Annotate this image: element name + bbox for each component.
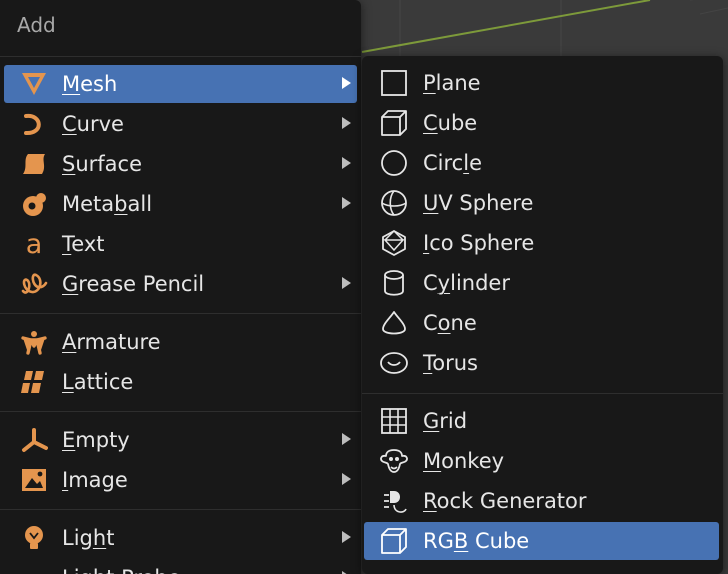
menu-item-lattice[interactable]: Lattice [4,363,357,401]
menu-item-metaball[interactable]: Metaball [4,185,357,223]
menu-item-light-probe[interactable]: Light Probe [4,559,357,574]
menu-item-label: Mesh [62,72,118,96]
metaball-icon [18,189,50,219]
menu-item-surface[interactable]: Surface [4,145,357,183]
uv-sphere-icon [378,188,410,218]
menu-item-grease-pencil[interactable]: Grease Pencil [4,265,357,303]
menu-item-plane[interactable]: Plane [364,64,719,102]
menu-item-monkey[interactable]: Monkey [364,442,719,480]
mesh-submenu: Plane Cube Circle UV Sphere Ico Sphere Cylind… [362,56,723,574]
image-icon [18,465,50,495]
menu-item-label: Light [62,526,115,550]
torus-icon [378,348,410,378]
menu-item-mesh[interactable]: Mesh [4,65,357,103]
menu-item-label: UV Sphere [423,191,534,215]
menu-item-label: Plane [423,71,481,95]
menu-item-cone[interactable]: Cone [364,304,719,342]
menu-separator [0,313,361,314]
curve-icon [18,109,50,139]
menu-separator [0,509,361,510]
menu-item-rock-generator[interactable]: Rock Generator [364,482,719,520]
mesh-icon [18,69,50,99]
menu-item-label: Monkey [423,449,505,473]
menu-item-label: Torus [423,351,478,375]
menu-item-cube[interactable]: Cube [364,104,719,142]
menu-item-label: Circle [423,151,482,175]
cone-icon [378,308,410,338]
menu-item-torus[interactable]: Torus [364,344,719,382]
text-icon: a [18,229,50,259]
menu-item-label: Image [62,468,128,492]
menu-item-label: Light Probe [62,566,181,574]
add-menu-title: Add [17,13,56,37]
armature-icon [18,327,50,357]
menu-item-image[interactable]: Image [4,461,357,499]
menu-item-label: Cone [423,311,477,335]
menu-item-label: Grease Pencil [62,272,205,296]
menu-item-ico-sphere[interactable]: Ico Sphere [364,224,719,262]
submenu-arrow-icon [342,473,351,485]
menu-item-label: Cube [423,111,478,135]
menu-item-uv-sphere[interactable]: UV Sphere [364,184,719,222]
x-axis-line [361,0,651,53]
menu-item-circle[interactable]: Circle [364,144,719,182]
submenu-arrow-icon [342,117,351,129]
menu-item-armature[interactable]: Armature [4,323,357,361]
menu-item-label: Metaball [62,192,153,216]
menu-item-label: Curve [62,112,124,136]
menu-item-label: Text [62,232,105,256]
cylinder-icon [378,268,410,298]
menu-item-label: Ico Sphere [423,231,535,255]
menu-item-label: Surface [62,152,143,176]
menu-item-curve[interactable]: Curve [4,105,357,143]
grid-icon [378,406,410,436]
menu-item-label: Armature [62,330,161,354]
submenu-arrow-icon [342,433,351,445]
submenu-arrow-icon [342,77,351,89]
menu-item-light[interactable]: Light [4,519,357,557]
menu-item-empty[interactable]: Empty [4,421,357,459]
plane-icon [378,68,410,98]
menu-item-label: Cylinder [423,271,510,295]
rock-generator-icon [378,486,410,516]
menu-item-label: Empty [62,428,130,452]
rgb-cube-icon [378,526,410,556]
menu-item-cylinder[interactable]: Cylinder [364,264,719,302]
light-icon [18,523,50,553]
svg-text:a: a [26,231,43,257]
cube-icon [378,108,410,138]
menu-item-grid[interactable]: Grid [364,402,719,440]
menu-separator [0,56,361,57]
menu-separator [362,393,723,394]
submenu-arrow-icon [342,277,351,289]
menu-item-rgb-cube[interactable]: RGB Cube [364,522,719,560]
menu-item-label: Grid [423,409,468,433]
submenu-arrow-icon [342,531,351,543]
menu-item-label: Rock Generator [423,489,587,513]
lattice-icon [18,367,50,397]
surface-icon [18,149,50,179]
add-menu: Add Mesh Curve Surface Metaball a Text Grease … [0,0,361,574]
ico-sphere-icon [378,228,410,258]
light-probe-icon [18,563,50,574]
submenu-arrow-icon [342,197,351,209]
menu-item-label: RGB Cube [423,529,530,553]
menu-item-text[interactable]: a Text [4,225,357,263]
circle-icon [378,148,410,178]
menu-separator [0,411,361,412]
submenu-arrow-icon [342,157,351,169]
empty-icon [18,425,50,455]
menu-item-label: Lattice [62,370,134,394]
monkey-icon [378,446,410,476]
grease-pencil-icon [18,269,50,299]
